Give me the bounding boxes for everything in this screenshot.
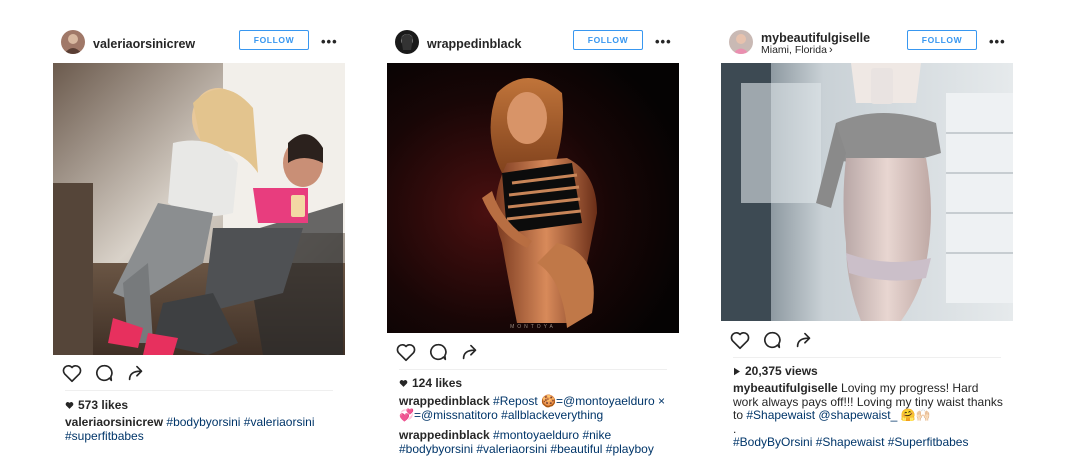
caption-text: . — [733, 421, 737, 436]
caption-text: Loving my progress! Hard — [841, 381, 979, 395]
more-icon[interactable]: ••• — [655, 34, 672, 49]
caption-username[interactable]: wrappedinblack — [399, 394, 490, 408]
photo-watermark: MONTOYA — [510, 324, 556, 330]
share-icon[interactable] — [125, 362, 147, 384]
share-icon[interactable] — [793, 329, 815, 351]
caption-hashtags[interactable]: #montoyaelduro #nike — [493, 428, 611, 442]
caption-mention[interactable]: @shapewaist_ — [818, 408, 897, 422]
location-link[interactable]: Miami, Florida › — [761, 44, 833, 56]
caption-comment: wrappedinblack #montoyaelduro #nike #bod… — [399, 428, 679, 456]
heart-icon[interactable] — [61, 362, 83, 384]
post-actions — [395, 341, 515, 365]
post-photo[interactable]: MONTOYA — [387, 63, 679, 333]
more-icon[interactable]: ••• — [321, 34, 338, 49]
comment-icon[interactable] — [427, 341, 449, 363]
caption: valeriaorsinicrew #bodybyorsini #valeria… — [65, 415, 337, 443]
caption-mention[interactable]: =@montoyaelduro × — [556, 394, 665, 408]
caption-username[interactable]: wrappedinblack — [399, 428, 490, 442]
comment-icon[interactable] — [761, 329, 783, 351]
post-header: valeriaorsinicrew FOLLOW ••• — [53, 26, 345, 58]
follow-button[interactable]: FOLLOW — [573, 30, 643, 50]
comment-icon[interactable] — [93, 362, 115, 384]
caption-emoji: 🤗🙌🏻 — [900, 408, 931, 422]
post-card-3: mybeautifulgiselle Miami, Florida › FOLLO… — [721, 0, 1013, 473]
location-label: Miami, Florida — [761, 44, 827, 56]
post-card-2: wrappedinblack FOLLOW ••• MONTOYA 124 li… — [387, 0, 679, 473]
divider — [65, 390, 333, 391]
divider — [399, 369, 667, 370]
caption-hashtags[interactable]: #BodyByOrsini #Shapewaist #Superfitbabes — [733, 435, 968, 449]
caption-hashtag[interactable]: #Repost — [493, 394, 538, 408]
caption-hashtags[interactable]: #superfitbabes — [65, 429, 144, 443]
play-icon — [734, 368, 740, 376]
share-icon[interactable] — [459, 341, 481, 363]
caption-hashtags[interactable]: #bodybyorsini #valeriaorsini #beautiful … — [399, 442, 654, 456]
post-photo[interactable] — [721, 63, 1013, 321]
caption-text: to — [733, 408, 744, 422]
post-card-1: valeriaorsinicrew FOLLOW ••• 573 likes v… — [53, 0, 345, 473]
more-icon[interactable]: ••• — [989, 34, 1006, 49]
follow-button[interactable]: FOLLOW — [239, 30, 309, 50]
username[interactable]: mybeautifulgiselle — [761, 31, 870, 45]
caption: wrappedinblack #Repost 🍪=@montoyaelduro … — [399, 394, 679, 422]
avatar[interactable] — [729, 30, 753, 54]
avatar[interactable] — [61, 30, 85, 54]
caption-hashtags[interactable]: #bodybyorsini #valeriaorsini — [166, 415, 314, 429]
heart-icon[interactable] — [395, 341, 417, 363]
post-header: mybeautifulgiselle Miami, Florida › FOLLO… — [721, 26, 1013, 58]
username[interactable]: wrappedinblack — [427, 37, 521, 51]
divider — [733, 357, 1001, 358]
post-photo[interactable] — [53, 63, 345, 355]
avatar[interactable] — [395, 30, 419, 54]
follow-button[interactable]: FOLLOW — [907, 30, 977, 50]
post-header: wrappedinblack FOLLOW ••• — [387, 26, 679, 58]
caption: mybeautifulgiselle Loving my progress! H… — [733, 381, 1013, 450]
username[interactable]: valeriaorsinicrew — [93, 37, 195, 51]
likes-label: 573 likes — [78, 398, 129, 412]
caption-text: work always pays off!!! Loving my tiny w… — [733, 394, 1003, 409]
caption-username[interactable]: valeriaorsinicrew — [65, 415, 163, 429]
heart-filled-icon — [399, 380, 408, 388]
heart-filled-icon — [65, 402, 74, 410]
caption-emoji: 💞 — [399, 407, 414, 422]
likes-count[interactable]: 573 likes — [65, 398, 128, 412]
caption-emoji: 🍪 — [541, 394, 557, 408]
views-count[interactable]: 20,375 views — [733, 364, 818, 378]
chevron-right-icon: › — [828, 44, 833, 56]
post-actions — [729, 329, 849, 353]
likes-label: 124 likes — [412, 376, 463, 390]
caption-username[interactable]: mybeautifulgiselle — [733, 381, 838, 395]
heart-icon[interactable] — [729, 329, 751, 351]
caption-hashtag[interactable]: #Shapewaist — [746, 408, 815, 422]
caption-mention[interactable]: =@missnatitoro #allblackeverything — [414, 408, 603, 422]
post-actions — [61, 362, 181, 386]
views-label: 20,375 views — [745, 364, 818, 378]
likes-count[interactable]: 124 likes — [399, 376, 462, 390]
